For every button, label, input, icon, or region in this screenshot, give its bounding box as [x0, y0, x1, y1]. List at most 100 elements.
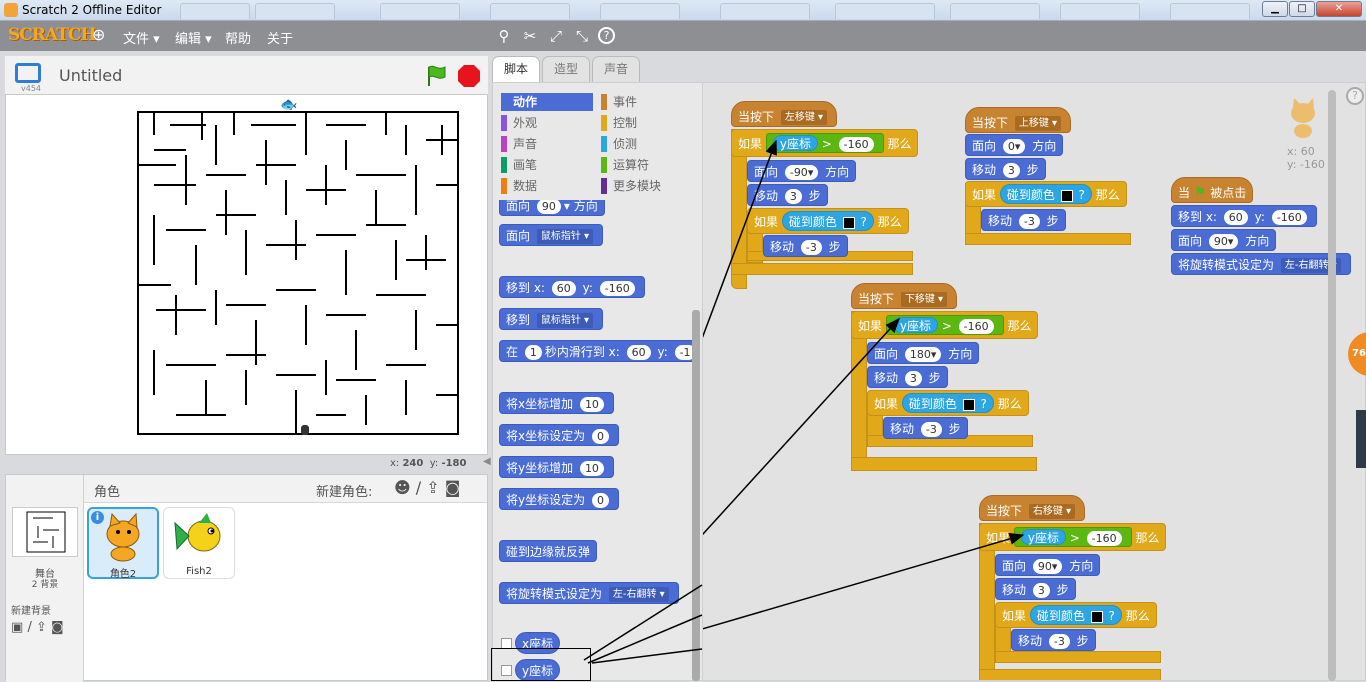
scratch-logo[interactable]: SCRATCH — [8, 25, 96, 45]
stop-icon[interactable] — [457, 64, 481, 88]
globe-icon[interactable]: ⊕ — [92, 25, 105, 44]
new-sprite-label: 新建角色: — [316, 485, 373, 500]
side-widget — [1356, 410, 1366, 468]
block-goto-xy[interactable]: 移到 x: 60 y: -160 — [499, 276, 645, 298]
block-change-x[interactable]: 将x坐标增加 10 — [499, 392, 614, 414]
block-goto[interactable]: 移到 鼠标指针 ▾ — [499, 308, 604, 330]
category-operators[interactable]: 运算符 — [601, 156, 693, 174]
sprite-name: 角色2 — [109, 569, 137, 580]
sprites-title: 角色 — [94, 485, 121, 500]
category-color-swatch — [601, 94, 607, 110]
sprite-tile-cat[interactable]: i 角色2 — [87, 507, 159, 580]
background-tab[interactable] — [1170, 3, 1250, 19]
annotation-box — [491, 648, 591, 681]
background-tab[interactable] — [1060, 3, 1140, 19]
backdrop-count: 2 背景 — [31, 580, 59, 590]
stage-thumbnail-column: 舞台 2 背景 新建背景 ▣ / ⇪ ◙ — [6, 475, 84, 682]
background-tab[interactable] — [255, 3, 335, 19]
fish-sprite[interactable]: 🐟 — [280, 97, 297, 113]
maximize-button[interactable]: □ — [1289, 1, 1315, 17]
category-color-swatch — [601, 136, 607, 152]
script-area[interactable]: 当按下 左移键 ▾ 如果 y座标 > -160 那么 面向 -90▾ 方向 移动… — [702, 82, 1366, 681]
version-label: v454 — [21, 84, 42, 93]
stage-thumbnail[interactable] — [12, 507, 78, 557]
script-scrollbar[interactable] — [1328, 90, 1336, 681]
sprite-library-icon[interactable]: ☻ — [394, 478, 411, 497]
background-tab[interactable] — [835, 3, 935, 19]
paint-brush-icon[interactable]: / — [416, 478, 421, 497]
block-glide[interactable]: 在 1 秒内滑行到 x: 60 y: -1 — [499, 340, 699, 362]
collapse-stage-icon[interactable]: ◀ — [483, 456, 491, 467]
annotation-arrows-overlay — [583, 584, 703, 664]
category-color-swatch — [501, 136, 507, 152]
category-color-swatch — [601, 178, 607, 194]
category-control[interactable]: 控制 — [601, 114, 693, 132]
category-motion[interactable]: 动作 — [501, 93, 593, 111]
delete-scissors-icon[interactable]: ✂ — [520, 26, 540, 46]
category-color-swatch — [601, 115, 607, 131]
background-tab[interactable] — [720, 3, 810, 19]
background-tab[interactable] — [180, 3, 250, 19]
tab-costumes[interactable]: 造型 — [542, 56, 590, 82]
menu-file[interactable]: 文件 ▾ — [123, 28, 160, 47]
camera-icon[interactable]: ◙ — [445, 478, 461, 497]
menu-about[interactable]: 关于 — [267, 28, 293, 47]
category-data[interactable]: 数据 — [501, 177, 593, 195]
duplicate-stamp-icon[interactable]: ⚲ — [494, 26, 514, 46]
sprites-panel: 舞台 2 背景 新建背景 ▣ / ⇪ ◙ 角色 新建角色: ☻ / ⇪ ◙ i … — [5, 474, 488, 682]
category-list: 动作 外观 声音 画笔 数据 事件 控制 侦测 运算符 更多模块 — [493, 83, 703, 200]
category-color-swatch — [501, 115, 507, 131]
category-more-blocks[interactable]: 更多模块 — [601, 177, 693, 195]
close-button[interactable]: ✕ — [1316, 1, 1362, 17]
cat-sprite-small[interactable] — [301, 425, 309, 435]
paint-brush-icon[interactable]: / — [27, 620, 31, 635]
background-tab[interactable] — [490, 3, 570, 19]
category-color-swatch — [501, 94, 507, 110]
background-tab[interactable] — [950, 3, 1040, 19]
category-looks[interactable]: 外观 — [501, 114, 593, 132]
new-backdrop-label: 新建背景 — [11, 606, 51, 617]
backdrop-tools: ▣ / ⇪ ◙ — [11, 620, 64, 635]
help-icon[interactable]: ? — [1346, 87, 1364, 105]
background-tab[interactable] — [600, 3, 680, 19]
stage-header: v454 Untitled — [5, 56, 488, 94]
stage-canvas[interactable]: 🐟 — [5, 94, 488, 455]
menu-help[interactable]: 帮助 — [225, 28, 251, 47]
block-set-x[interactable]: 将x坐标设定为 0 — [499, 424, 619, 446]
window-title: Scratch 2 Offline Editor — [22, 3, 162, 17]
category-sensing[interactable]: 侦测 — [601, 135, 693, 153]
block-change-y[interactable]: 将y坐标增加 10 — [499, 456, 614, 478]
category-events[interactable]: 事件 — [601, 93, 693, 111]
tab-sounds[interactable]: 声音 — [592, 56, 640, 82]
editor-tabs: 脚本 造型 声音 — [492, 56, 702, 83]
camera-icon[interactable]: ◙ — [51, 620, 64, 635]
sprite-tools: ☻ / ⇪ ◙ — [394, 478, 460, 497]
shrink-icon[interactable]: ⤡ — [572, 26, 592, 46]
maze-backdrop — [137, 111, 459, 435]
block-point-towards[interactable]: 面向 鼠标指针 ▾ — [499, 224, 604, 246]
category-color-swatch — [501, 157, 507, 173]
background-tab[interactable] — [380, 3, 460, 19]
block-point-direction[interactable]: 面向 90▾ 方向 — [499, 200, 605, 216]
upload-icon[interactable]: ⇪ — [36, 620, 47, 635]
fish-icon — [174, 513, 221, 552]
upload-icon[interactable]: ⇪ — [426, 478, 439, 497]
block-set-y[interactable]: 将y坐标设定为 0 — [499, 488, 619, 510]
backdrop-library-icon[interactable]: ▣ — [11, 620, 23, 635]
window-titlebar: Scratch 2 Offline Editor ▁ □ ✕ — [0, 0, 1366, 21]
menubar: SCRATCH ⊕ 文件 ▾ 编辑 ▾ 帮助 关于 ⚲ ✂ ⤢ ⤡ ? — [0, 21, 1366, 51]
minimize-button[interactable]: ▁ — [1262, 1, 1288, 17]
category-sound[interactable]: 声音 — [501, 135, 593, 153]
menu-edit[interactable]: 编辑 ▾ — [175, 28, 212, 47]
fullscreen-icon[interactable] — [15, 63, 41, 83]
info-icon[interactable]: i — [91, 511, 104, 524]
sprite-tile-fish[interactable]: Fish2 — [163, 507, 235, 579]
green-flag-icon[interactable] — [425, 64, 449, 88]
category-pen[interactable]: 画笔 — [501, 156, 593, 174]
grow-icon[interactable]: ⤢ — [546, 26, 566, 46]
help-icon[interactable]: ? — [598, 27, 615, 44]
block-bounce[interactable]: 碰到边缘就反弹 — [499, 540, 598, 562]
project-title[interactable]: Untitled — [59, 66, 122, 85]
tab-scripts[interactable]: 脚本 — [492, 56, 540, 83]
sprites-header: 角色 新建角色: ☻ / ⇪ ◙ — [84, 475, 487, 503]
